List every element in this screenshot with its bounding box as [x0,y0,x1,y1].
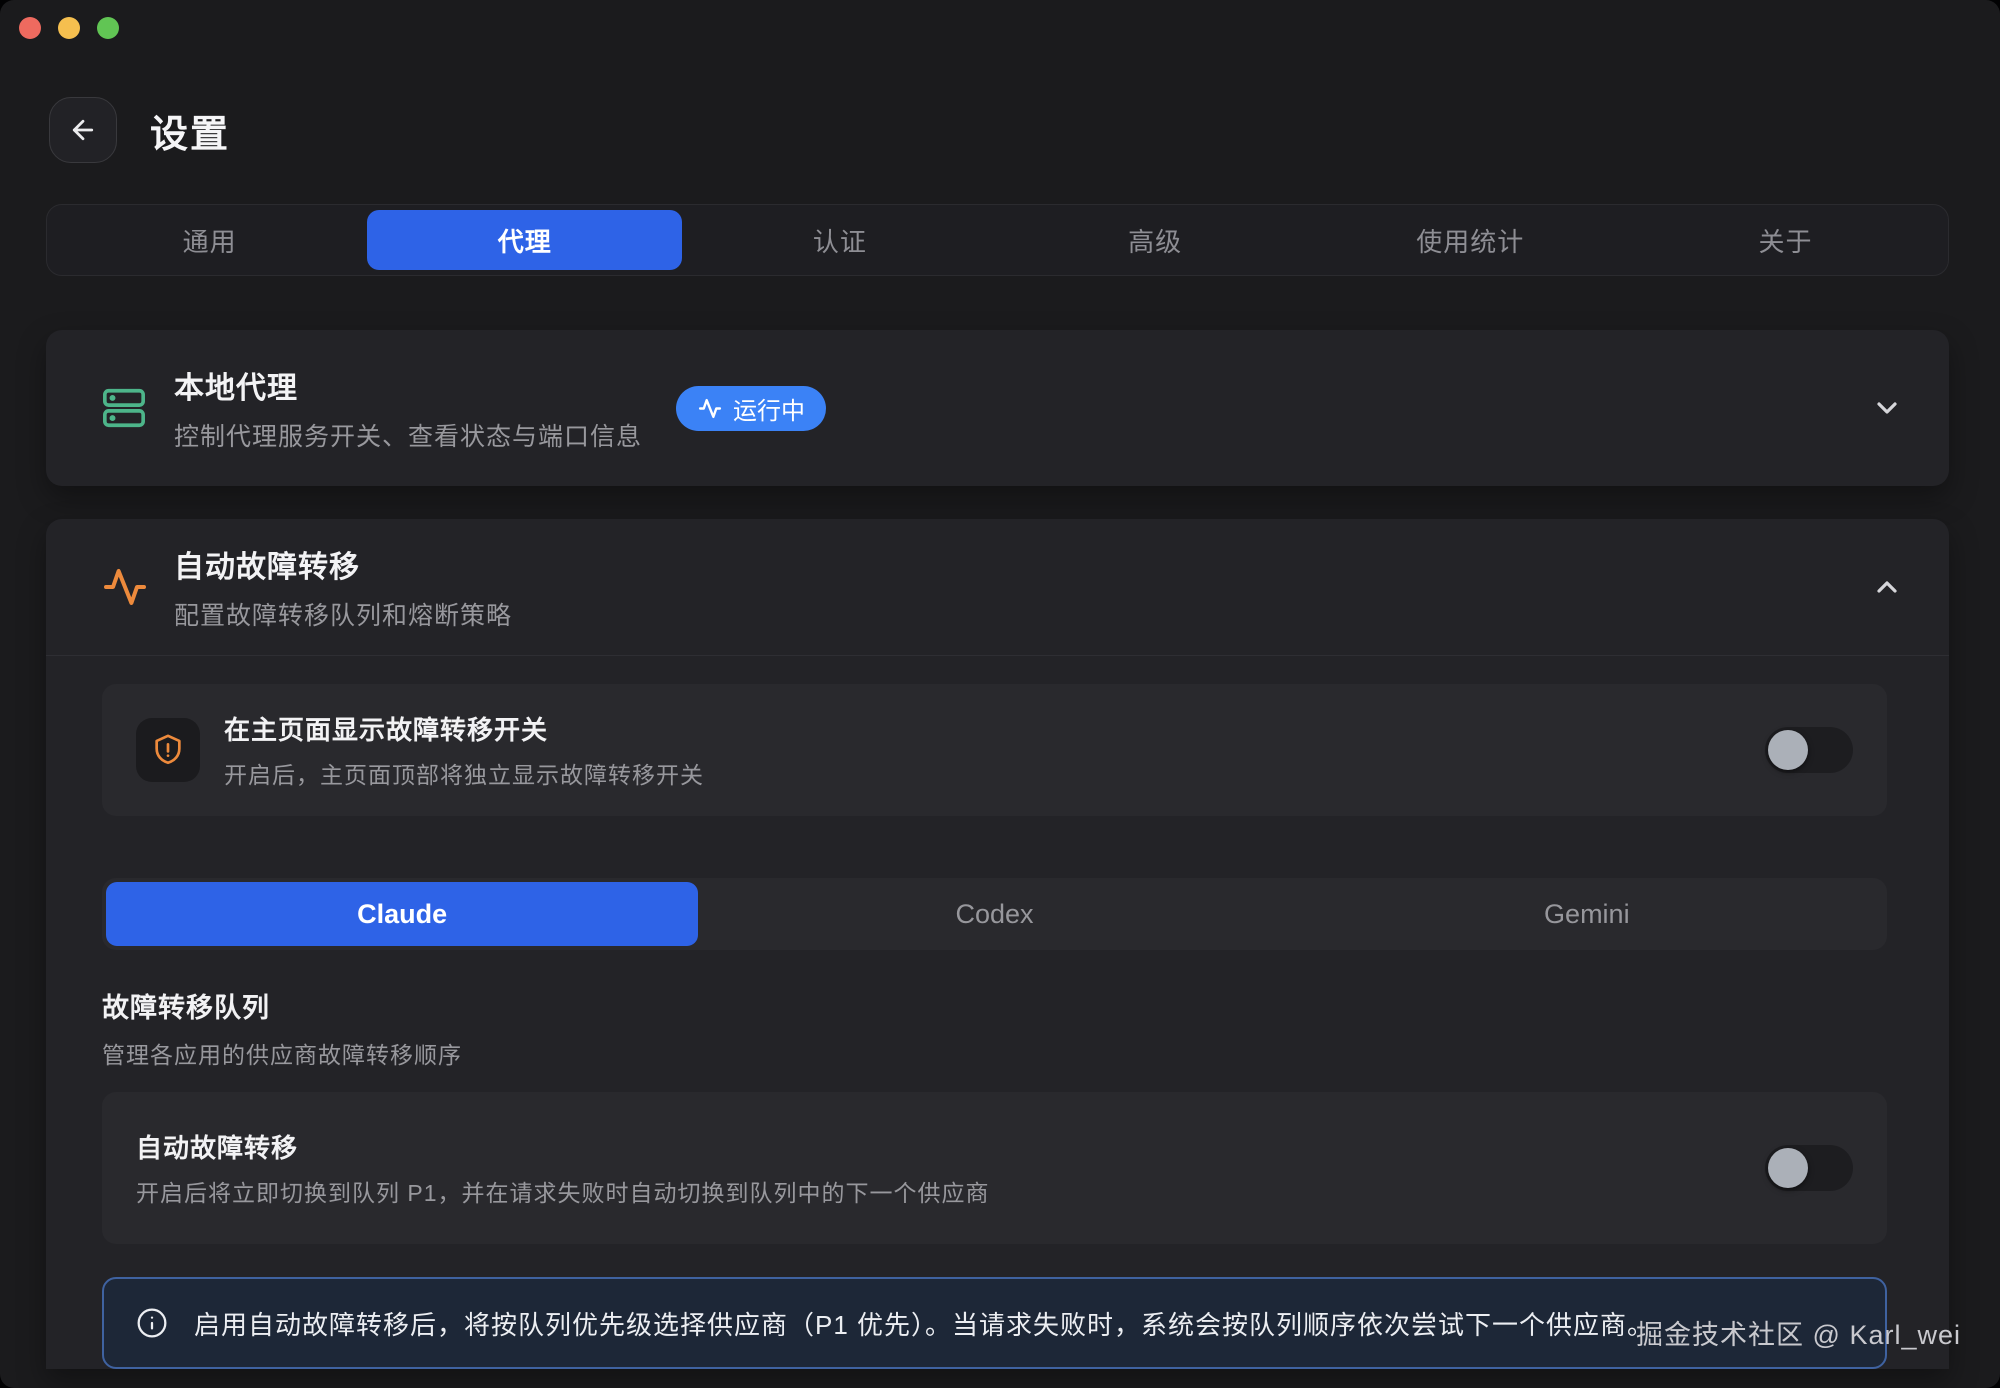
zoom-window-button[interactable] [97,17,119,39]
failover-queue-title: 故障转移队列 [102,986,1887,1025]
toggle-knob [1768,730,1808,770]
page-header: 设置 [49,97,1936,163]
toggle-knob [1768,1148,1808,1188]
auto-failover-toggle-row: 自动故障转移 开启后将立即切换到队列 P1，并在请求失败时自动切换到队列中的下一… [102,1092,1887,1244]
auto-failover-toggle-texts: 自动故障转移 开启后将立即切换到队列 P1，并在请求失败时自动切换到队列中的下一… [136,1128,990,1208]
running-status-label: 运行中 [733,391,805,426]
auto-failover-card-body: 在主页面显示故障转移开关 开启后，主页面顶部将独立显示故障转移开关 Claude… [46,656,1949,1369]
show-failover-switch-toggle[interactable] [1765,727,1853,773]
show-failover-switch-subtitle: 开启后，主页面顶部将独立显示故障转移开关 [224,756,704,790]
settings-window: 设置 通用 代理 认证 高级 使用统计 关于 本地代理 控制代理服务开关、查看状… [0,0,2000,1388]
show-failover-switch-row: 在主页面显示故障转移开关 开启后，主页面顶部将独立显示故障转移开关 [102,684,1887,816]
chevron-up-icon [1871,571,1903,603]
tab-advanced[interactable]: 高级 [998,210,1313,270]
chevron-down-icon [1871,392,1903,424]
local-proxy-expand-chevron[interactable] [1871,392,1903,424]
failover-info-note: 启用自动故障转移后，将按队列优先级选择供应商（P1 优先）。当请求失败时，系统会… [102,1277,1887,1369]
auto-failover-subtitle: 配置故障转移队列和熔断策略 [174,596,512,632]
tab-about[interactable]: 关于 [1628,210,1943,270]
auto-failover-toggle-subtitle: 开启后将立即切换到队列 P1，并在请求失败时自动切换到队列中的下一个供应商 [136,1174,990,1208]
segment-gemini[interactable]: Gemini [1291,882,1883,946]
tab-general[interactable]: 通用 [52,210,367,270]
auto-failover-card: 自动故障转移 配置故障转移队列和熔断策略 在主页面显示故障转移开 [46,519,1949,1369]
tab-auth[interactable]: 认证 [682,210,997,270]
auto-failover-title: 自动故障转移 [174,542,512,586]
auto-failover-texts: 自动故障转移 配置故障转移队列和熔断策略 [174,542,512,632]
local-proxy-card[interactable]: 本地代理 控制代理服务开关、查看状态与端口信息 运行中 [46,330,1949,486]
show-failover-switch-texts: 在主页面显示故障转移开关 开启后，主页面顶部将独立显示故障转移开关 [224,710,704,790]
activity-pulse-icon [697,396,722,421]
window-controls [19,17,119,39]
local-proxy-texts: 本地代理 控制代理服务开关、查看状态与端口信息 [174,363,642,453]
failover-queue-section: 故障转移队列 管理各应用的供应商故障转移顺序 [102,986,1887,1070]
settings-tabbar: 通用 代理 认证 高级 使用统计 关于 [46,204,1949,276]
auto-failover-card-header[interactable]: 自动故障转移 配置故障转移队列和熔断策略 [46,519,1949,655]
failover-info-text: 启用自动故障转移后，将按队列优先级选择供应商（P1 优先）。当请求失败时，系统会… [194,1305,1654,1342]
back-button[interactable] [49,97,117,163]
app-segmented-control: Claude Codex Gemini [102,878,1887,950]
community-watermark: 掘金技术社区 @ Karl_wei [1636,1313,1961,1352]
minimize-window-button[interactable] [58,17,80,39]
auto-failover-toggle[interactable] [1765,1145,1853,1191]
local-proxy-title: 本地代理 [174,363,642,407]
tab-proxy[interactable]: 代理 [367,210,682,270]
show-failover-switch-title: 在主页面显示故障转移开关 [224,710,704,747]
segment-codex[interactable]: Codex [698,882,1290,946]
page-title: 设置 [150,103,230,158]
segment-claude[interactable]: Claude [106,882,698,946]
server-icon [100,385,148,431]
arrow-left-icon [68,115,98,145]
auto-failover-toggle-title: 自动故障转移 [136,1128,990,1165]
activity-pulse-icon [100,563,148,611]
info-icon [136,1307,168,1339]
shield-alert-icon [136,718,200,782]
close-window-button[interactable] [19,17,41,39]
local-proxy-subtitle: 控制代理服务开关、查看状态与端口信息 [174,417,642,453]
tab-usage-stats[interactable]: 使用统计 [1313,210,1628,270]
failover-queue-subtitle: 管理各应用的供应商故障转移顺序 [102,1036,1887,1070]
running-status-badge[interactable]: 运行中 [676,386,826,431]
auto-failover-collapse-chevron[interactable] [1871,571,1903,603]
